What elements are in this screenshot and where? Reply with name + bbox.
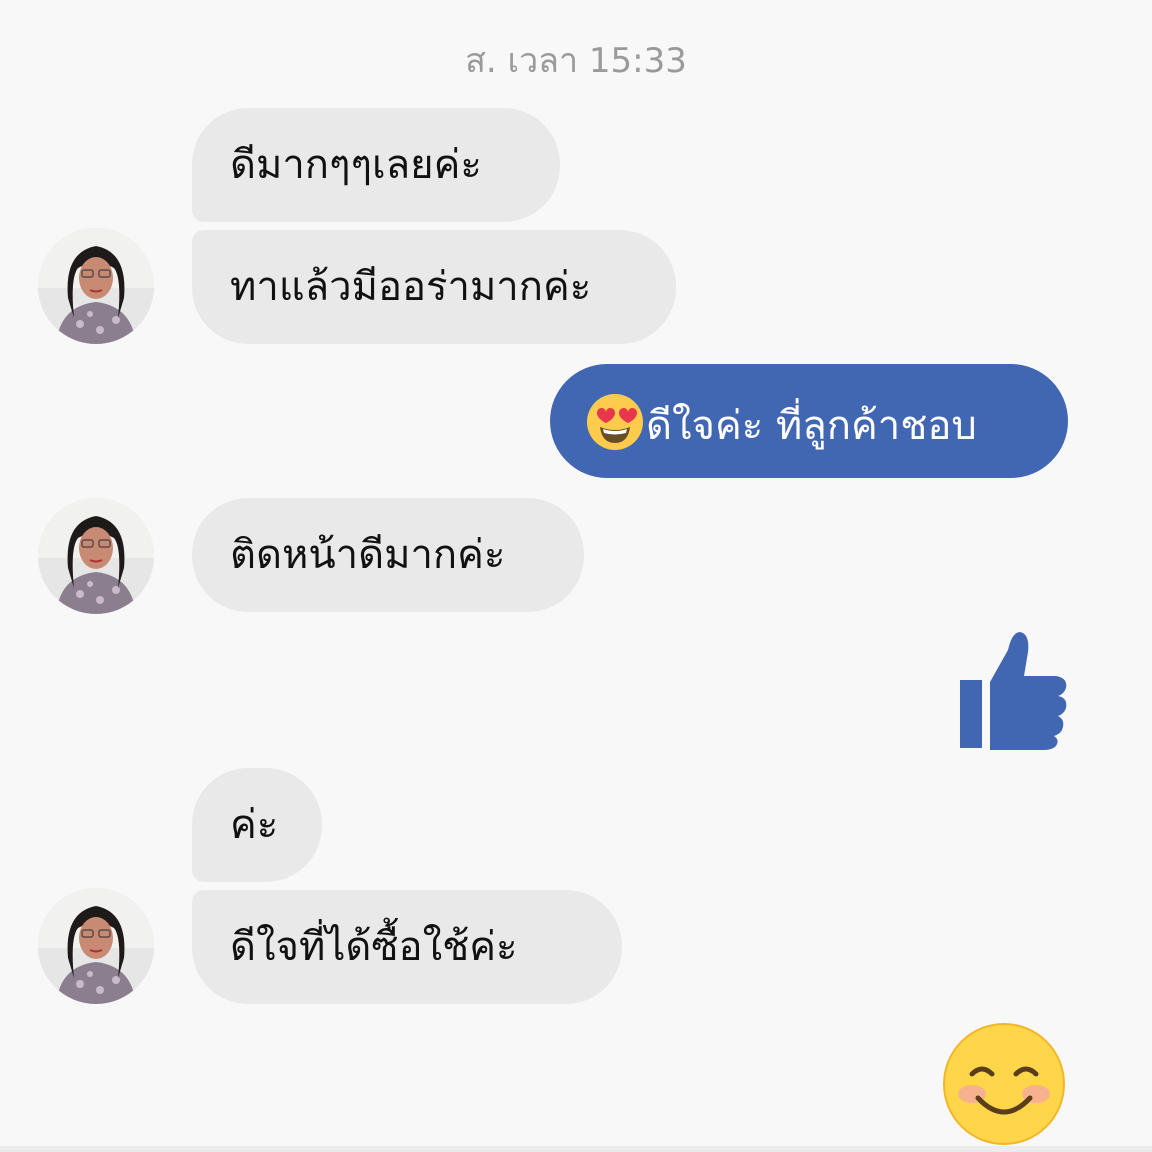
message-text: ดีมากๆๆเลยค่ะ (230, 142, 482, 188)
heart-eyes-emoji (587, 394, 643, 450)
composer-divider (0, 1146, 1152, 1152)
smiling-face-emoji[interactable] (942, 1022, 1066, 1146)
conversation-timestamp: ส. เวลา 15:33 (465, 41, 687, 81)
message-text: ดีใจที่ได้ซื้อใช้ค่ะ (230, 924, 518, 970)
message-text: ทาแล้วมีออร่ามากค่ะ (230, 264, 592, 310)
contact-avatar[interactable] (38, 228, 154, 344)
message-text: ติดหน้าดีมากค่ะ (230, 532, 506, 578)
message-text: ค่ะ (230, 802, 279, 848)
message-bubble-incoming[interactable]: ดีใจที่ได้ซื้อใช้ค่ะ (192, 890, 622, 1004)
message-bubble-incoming[interactable]: ติดหน้าดีมากค่ะ (192, 498, 584, 612)
message-bubble-outgoing[interactable]: ดีใจค่ะ ที่ลูกค้าชอบ (550, 364, 1068, 478)
contact-avatar[interactable] (38, 498, 154, 614)
message-text: ดีใจค่ะ ที่ลูกค้าชอบ (646, 403, 977, 449)
contact-avatar[interactable] (38, 888, 154, 1004)
thumbs-up-icon[interactable] (958, 630, 1070, 750)
message-bubble-incoming[interactable]: ดีมากๆๆเลยค่ะ (192, 108, 560, 222)
message-bubble-incoming[interactable]: ค่ะ (192, 768, 322, 882)
message-bubble-incoming[interactable]: ทาแล้วมีออร่ามากค่ะ (192, 230, 676, 344)
